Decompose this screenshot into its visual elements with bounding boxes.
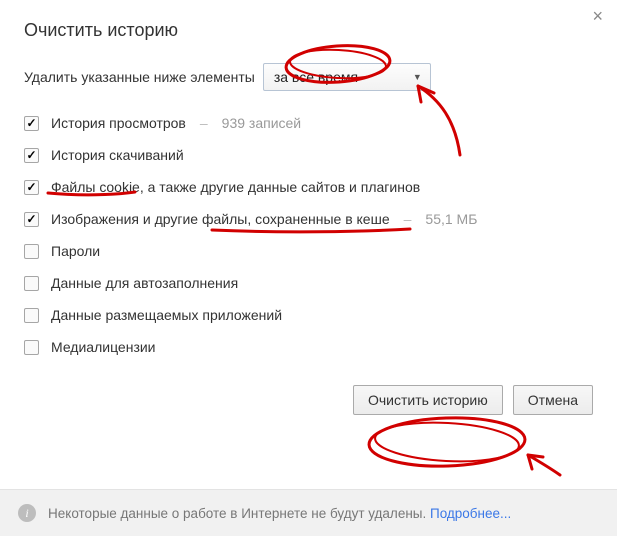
- option-row: Данные размещаемых приложений: [24, 307, 593, 323]
- option-row: История просмотров–939 записей: [24, 115, 593, 131]
- footer-notice: i Некоторые данные о работе в Интернете …: [0, 489, 617, 536]
- footer-text: Некоторые данные о работе в Интернете не…: [48, 506, 511, 521]
- option-label: Изображения и другие файлы, сохраненные …: [51, 211, 390, 227]
- checkbox[interactable]: [24, 212, 39, 227]
- clear-history-dialog: × Очистить историю Удалить указанные ниж…: [0, 0, 617, 435]
- option-row: Изображения и другие файлы, сохраненные …: [24, 211, 593, 227]
- option-extra: 55,1 МБ: [425, 211, 477, 227]
- option-row: Файлы cookie, а также другие данные сайт…: [24, 179, 593, 195]
- option-row: Пароли: [24, 243, 593, 259]
- checkbox[interactable]: [24, 244, 39, 259]
- option-label: История скачиваний: [51, 147, 184, 163]
- checkbox[interactable]: [24, 180, 39, 195]
- option-label: Пароли: [51, 243, 100, 259]
- option-row: Медиалицензии: [24, 339, 593, 355]
- checkbox[interactable]: [24, 340, 39, 355]
- learn-more-link[interactable]: Подробнее...: [430, 506, 511, 521]
- checkbox[interactable]: [24, 148, 39, 163]
- dialog-buttons: Очистить историю Отмена: [24, 385, 593, 435]
- option-label: История просмотров: [51, 115, 186, 131]
- option-label: Медиалицензии: [51, 339, 156, 355]
- time-range-select[interactable]: за все время ▼: [263, 63, 431, 91]
- time-range-row: Удалить указанные ниже элементы за все в…: [24, 63, 593, 91]
- dropdown-arrow-icon: ▼: [413, 72, 422, 82]
- dialog-title: Очистить историю: [24, 20, 593, 41]
- option-extra: 939 записей: [222, 115, 301, 131]
- option-label: Данные для автозаполнения: [51, 275, 238, 291]
- option-label: Данные размещаемых приложений: [51, 307, 282, 323]
- separator-dash: –: [200, 115, 208, 131]
- checkbox[interactable]: [24, 276, 39, 291]
- clear-button[interactable]: Очистить историю: [353, 385, 503, 415]
- option-row: История скачиваний: [24, 147, 593, 163]
- separator-dash: –: [404, 211, 412, 227]
- cancel-button[interactable]: Отмена: [513, 385, 593, 415]
- info-icon: i: [18, 504, 36, 522]
- time-range-value: за все время: [274, 69, 358, 85]
- close-icon[interactable]: ×: [592, 6, 603, 27]
- option-label: Файлы cookie, а также другие данные сайт…: [51, 179, 420, 195]
- option-row: Данные для автозаполнения: [24, 275, 593, 291]
- time-range-label: Удалить указанные ниже элементы: [24, 69, 255, 85]
- checkbox[interactable]: [24, 116, 39, 131]
- options-list: История просмотров–939 записейИстория ск…: [24, 115, 593, 355]
- checkbox[interactable]: [24, 308, 39, 323]
